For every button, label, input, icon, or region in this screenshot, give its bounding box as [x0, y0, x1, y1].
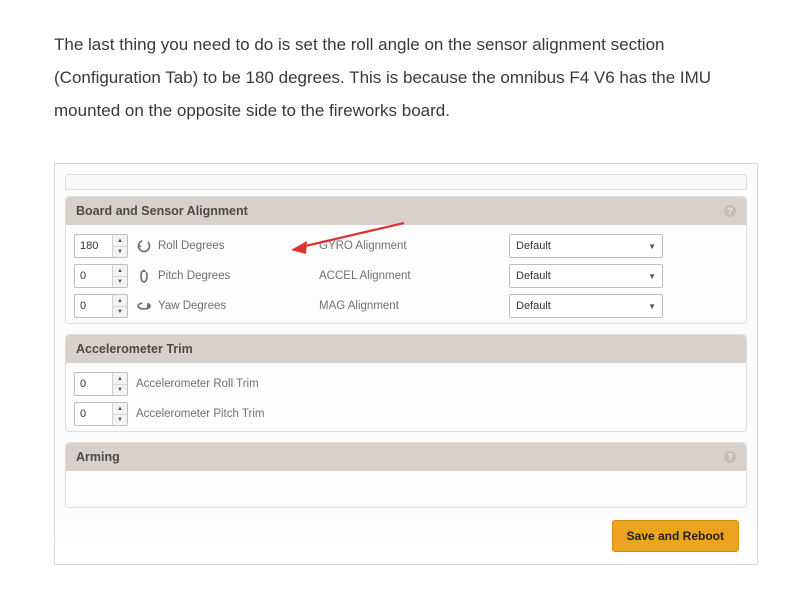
row-accel-pitch-trim: 0 ▲ ▼ Accelerometer Pitch Trim	[74, 399, 738, 429]
spinner-down-icon[interactable]: ▼	[113, 307, 127, 318]
spinner-down-icon[interactable]: ▼	[113, 415, 127, 426]
roll-label: Roll Degrees	[158, 240, 224, 252]
config-screenshot: Board and Sensor Alignment ? 180 ▲ ▼	[54, 163, 758, 565]
accel-roll-trim-input[interactable]: 0 ▲ ▼	[74, 372, 128, 396]
chevron-down-icon: ▼	[648, 242, 656, 251]
row-pitch-degrees: 0 ▲ ▼ Pitch Degrees ACCEL Ali	[74, 261, 738, 291]
help-icon[interactable]: ?	[724, 205, 736, 217]
chevron-down-icon: ▼	[648, 302, 656, 311]
panel-title: Arming	[76, 450, 120, 464]
select-value: Default	[516, 240, 551, 252]
spinner-up-icon[interactable]: ▲	[113, 235, 127, 247]
panel-title: Accelerometer Trim	[76, 342, 193, 356]
row-accel-roll-trim: 0 ▲ ▼ Accelerometer Roll Trim	[74, 369, 738, 399]
panel-header-alignment: Board and Sensor Alignment ?	[66, 197, 746, 225]
previous-panel-bottom	[65, 174, 747, 190]
spinner-down-icon[interactable]: ▼	[113, 247, 127, 258]
spinner-up-icon[interactable]: ▲	[113, 403, 127, 415]
pitch-icon	[136, 268, 152, 284]
accel-alignment-select[interactable]: Default ▼	[509, 264, 663, 288]
accel-pitch-trim-label: Accelerometer Pitch Trim	[136, 408, 264, 420]
pitch-label: Pitch Degrees	[158, 270, 230, 282]
mag-alignment-select[interactable]: Default ▼	[509, 294, 663, 318]
gyro-alignment-select[interactable]: Default ▼	[509, 234, 663, 258]
panel-accelerometer-trim: Accelerometer Trim 0 ▲ ▼ Accelerometer R…	[65, 334, 747, 432]
panel-arming: Arming ?	[65, 442, 747, 508]
yaw-degrees-value: 0	[75, 295, 112, 317]
pitch-degrees-input[interactable]: 0 ▲ ▼	[74, 264, 128, 288]
panel-header-arming: Arming ?	[66, 443, 746, 471]
roll-degrees-value: 180	[75, 235, 112, 257]
accel-roll-trim-label: Accelerometer Roll Trim	[136, 378, 259, 390]
spinner-down-icon[interactable]: ▼	[113, 385, 127, 396]
spinner-up-icon[interactable]: ▲	[113, 265, 127, 277]
mag-alignment-label: MAG Alignment	[319, 300, 509, 312]
intro-paragraph: The last thing you need to do is set the…	[54, 28, 758, 127]
gyro-alignment-label: GYRO Alignment	[319, 240, 509, 252]
panel-header-trim: Accelerometer Trim	[66, 335, 746, 363]
pitch-degrees-value: 0	[75, 265, 112, 287]
save-and-reboot-button[interactable]: Save and Reboot	[612, 520, 739, 552]
accel-pitch-trim-value: 0	[75, 403, 112, 425]
select-value: Default	[516, 300, 551, 312]
help-icon[interactable]: ?	[724, 451, 736, 463]
spinner-down-icon[interactable]: ▼	[113, 277, 127, 288]
panel-title: Board and Sensor Alignment	[76, 204, 248, 218]
chevron-down-icon: ▼	[648, 272, 656, 281]
row-yaw-degrees: 0 ▲ ▼ Yaw Degrees MAG Alignme	[74, 291, 738, 321]
accel-alignment-label: ACCEL Alignment	[319, 270, 509, 282]
spinner-up-icon[interactable]: ▲	[113, 373, 127, 385]
panel-board-sensor-alignment: Board and Sensor Alignment ? 180 ▲ ▼	[65, 196, 747, 324]
spinner-up-icon[interactable]: ▲	[113, 295, 127, 307]
yaw-label: Yaw Degrees	[158, 300, 226, 312]
yaw-icon	[136, 298, 152, 314]
roll-degrees-input[interactable]: 180 ▲ ▼	[74, 234, 128, 258]
accel-roll-trim-value: 0	[75, 373, 112, 395]
row-roll-degrees: 180 ▲ ▼ Roll Degrees GYRO Ali	[74, 231, 738, 261]
select-value: Default	[516, 270, 551, 282]
accel-pitch-trim-input[interactable]: 0 ▲ ▼	[74, 402, 128, 426]
yaw-degrees-input[interactable]: 0 ▲ ▼	[74, 294, 128, 318]
roll-icon	[136, 238, 152, 254]
